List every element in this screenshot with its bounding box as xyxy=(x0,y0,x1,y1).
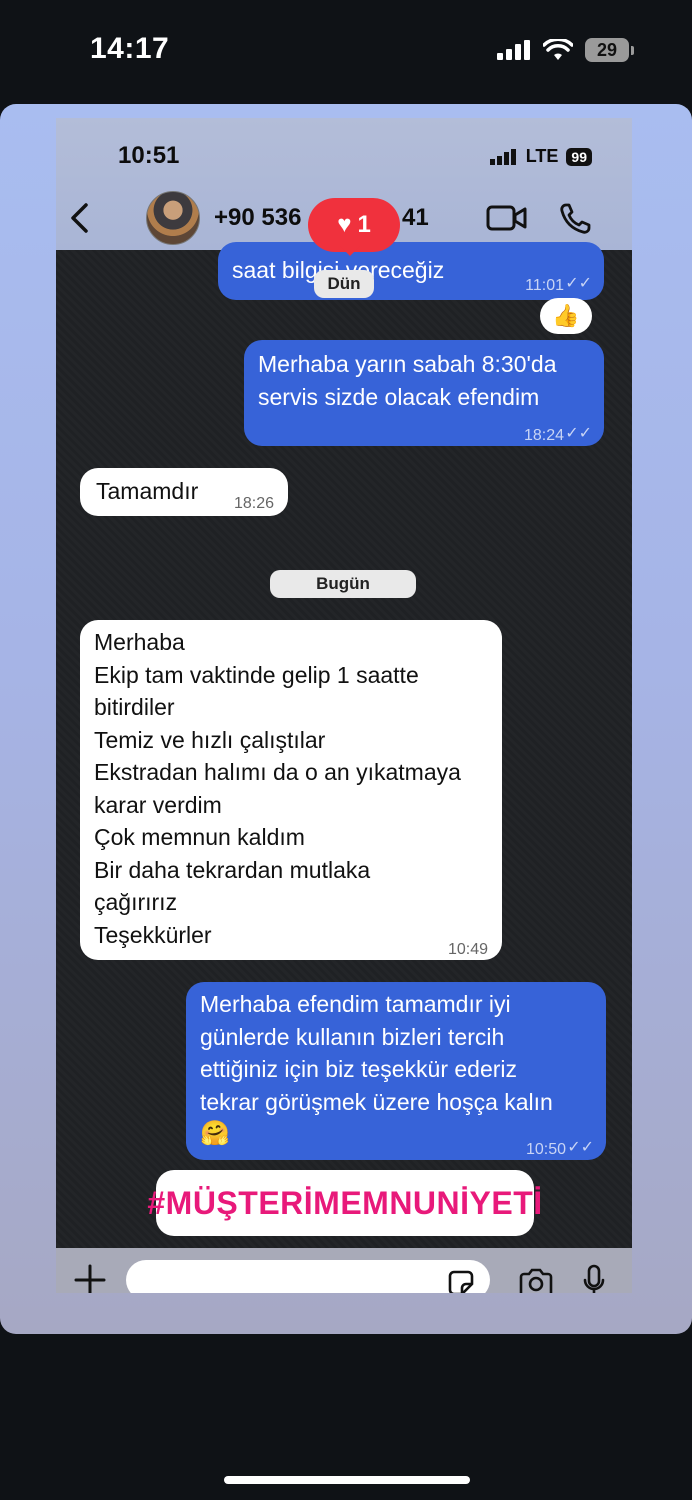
inner-status-icons: LTE 99 xyxy=(489,146,592,167)
like-count: 1 xyxy=(357,211,371,238)
message-bubble-out: Merhaba efendim tamamdır iyi günlerde ku… xyxy=(186,982,606,1160)
hug-emoji: 🤗 xyxy=(200,1120,230,1147)
date-chip-yesterday: Dün xyxy=(314,270,374,298)
message-bubble-in: Tamamdır 18:26 xyxy=(80,468,288,516)
message-input[interactable] xyxy=(126,1260,490,1293)
message-bubble-out: saat bilgisi vereceğiz 11:01 ✓✓ xyxy=(218,242,604,300)
wifi-icon xyxy=(543,39,573,60)
signal-icon xyxy=(497,40,530,60)
message-bubble-in: Merhaba Ekip tam vaktinde gelip 1 saatte… xyxy=(80,620,502,960)
back-chevron-icon[interactable] xyxy=(68,202,92,234)
date-chip-today: Bugün xyxy=(270,570,416,598)
hashtag-sticker: #MÜŞTERİMEMNUNİYETİ xyxy=(147,1170,542,1236)
contact-phone[interactable]: +90 536 xyxy=(214,204,301,232)
status-time: 14:17 xyxy=(90,32,170,65)
contact-phone-suffix[interactable]: 41 xyxy=(402,204,429,232)
read-ticks-icon: ✓✓ xyxy=(565,275,592,292)
network-label: LTE xyxy=(525,146,559,166)
message-text: Merhaba Ekip tam vaktinde gelip 1 saatte… xyxy=(94,629,461,948)
read-ticks-icon: ✓✓ xyxy=(567,1139,594,1156)
status-icons: 29 xyxy=(497,38,634,62)
heart-icon: ♥ xyxy=(337,211,352,238)
message-text: Merhaba efendim tamamdır iyi günlerde ku… xyxy=(200,991,553,1115)
like-badge-tail xyxy=(340,246,360,256)
inner-battery-icon: 99 xyxy=(566,147,592,166)
message-time: 18:26 xyxy=(233,495,274,512)
inner-status-time: 10:51 xyxy=(118,142,180,169)
microphone-icon[interactable] xyxy=(582,1264,606,1293)
message-time: 10:50 xyxy=(525,1141,566,1158)
plus-icon[interactable] xyxy=(70,1260,110,1293)
home-indicator[interactable] xyxy=(224,1476,470,1484)
video-call-icon[interactable] xyxy=(486,204,528,232)
message-text: Merhaba yarın sabah 8:30'da servis sizde… xyxy=(258,351,557,410)
message-bubble-out: Merhaba yarın sabah 8:30'da servis sizde… xyxy=(244,340,604,446)
message-text: Tamamdır xyxy=(96,478,199,504)
like-badge: ♥ 1 xyxy=(308,198,400,252)
inner-signal-icon xyxy=(489,148,516,165)
read-ticks-icon: ✓✓ xyxy=(565,425,592,442)
camera-icon[interactable] xyxy=(518,1268,554,1293)
reaction-badge[interactable]: 👍 xyxy=(540,298,592,334)
phone-call-icon[interactable] xyxy=(558,202,592,236)
battery-icon: 29 xyxy=(585,38,629,62)
message-time: 10:49 xyxy=(447,941,488,958)
avatar[interactable] xyxy=(146,191,200,245)
sticker-icon[interactable] xyxy=(446,1268,476,1293)
message-time: 18:24 xyxy=(523,427,564,444)
chat-screenshot: 10:51 LTE 99 +90 536 41 saat bilgisi ver… xyxy=(56,118,632,1293)
